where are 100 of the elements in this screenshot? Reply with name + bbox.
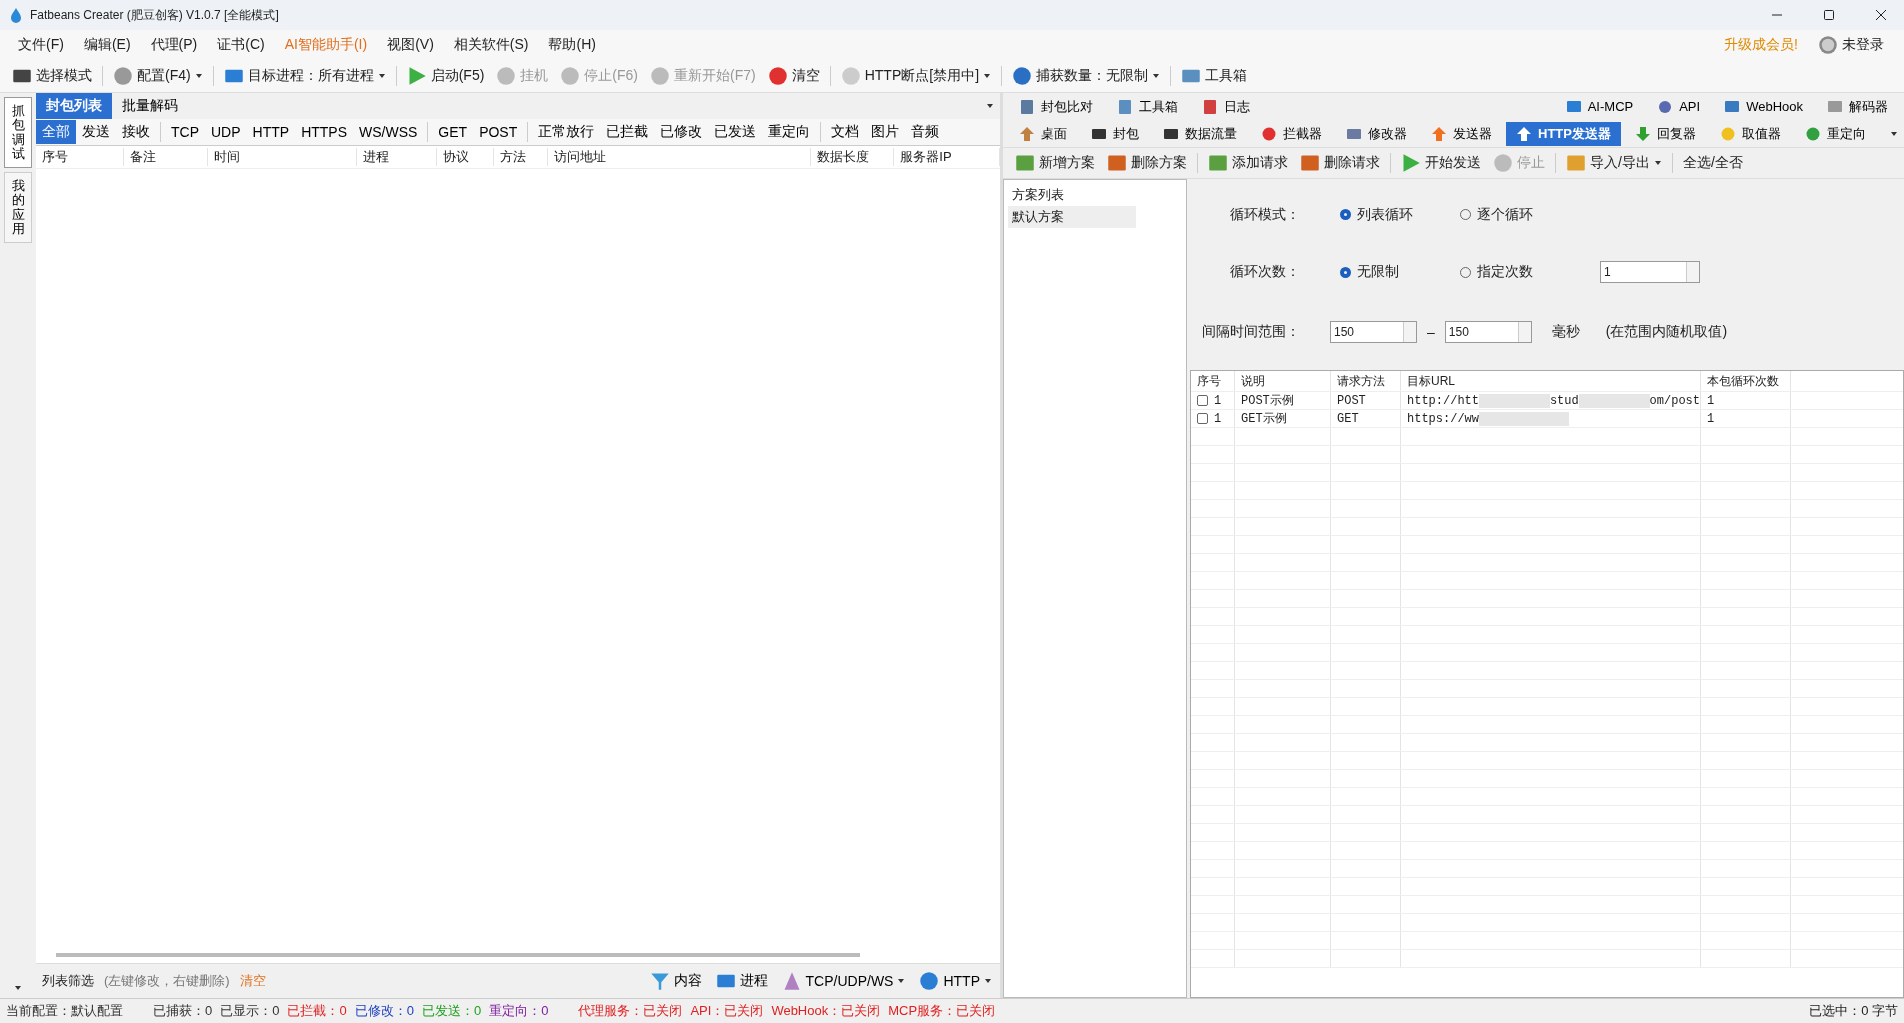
radio-option[interactable]: 无限制 — [1340, 263, 1450, 282]
list-header: 方案列表 — [1011, 186, 1065, 204]
toolbar-button[interactable]: 新增方案 — [1009, 151, 1101, 175]
filter-tab[interactable]: 已拦截 — [600, 120, 655, 144]
filter-tab[interactable]: HTTPS — [295, 121, 353, 143]
number-field[interactable]: 150 — [1444, 321, 1532, 344]
tool-button[interactable]: 工具箱 — [1107, 94, 1188, 119]
module-tab[interactable]: 重定向 — [1794, 121, 1876, 146]
toolbar-button[interactable]: 清空 — [761, 64, 826, 88]
tool-button[interactable]: AI-MCP — [1555, 95, 1644, 118]
tool-button[interactable]: API — [1647, 95, 1711, 118]
column-header[interactable]: 说明 — [1235, 371, 1331, 391]
filter-button[interactable]: HTTP — [917, 971, 994, 991]
tab[interactable]: 封包列表 — [36, 93, 112, 119]
filter-tab[interactable]: 音频 — [905, 120, 946, 144]
tab[interactable]: 批量解码 — [112, 93, 188, 119]
menu-item[interactable]: 证书(C) — [207, 36, 275, 54]
column-header[interactable]: 本包循环次数 — [1701, 371, 1791, 391]
toolbar-button[interactable]: 全选/全否 — [1676, 152, 1749, 174]
module-tab[interactable]: 拦截器 — [1251, 121, 1332, 146]
tool-button[interactable]: WebHook — [1714, 95, 1813, 118]
toolbar-button[interactable]: 删除请求 — [1294, 151, 1386, 175]
column-header[interactable]: 目标URL — [1401, 371, 1701, 391]
filter-tab[interactable]: UDP — [205, 121, 247, 143]
column-header[interactable]: 序号 — [36, 148, 125, 166]
tool-button[interactable]: 解码器 — [1817, 94, 1898, 119]
filter-tab[interactable]: 发送 — [76, 120, 116, 144]
table-cell: POST — [1331, 392, 1401, 409]
module-tab[interactable]: 修改器 — [1336, 121, 1417, 146]
filter-tab[interactable]: 已发送 — [708, 120, 763, 144]
radio-button[interactable] — [1340, 267, 1351, 278]
filter-tab[interactable]: 已修改 — [654, 120, 709, 144]
column-header[interactable]: 数据长度 — [810, 148, 895, 166]
filter-tab[interactable]: 文档 — [825, 120, 866, 144]
filter-button[interactable]: 进程 — [713, 971, 770, 991]
toolbar-button[interactable]: HTTP断点[禁用中] — [834, 64, 998, 88]
column-header[interactable]: 访问地址 — [547, 148, 811, 166]
module-tab[interactable]: 数据流量 — [1153, 121, 1247, 146]
side-tab[interactable]: 抓包调试 — [4, 97, 32, 169]
filter-tab[interactable]: 图片 — [865, 120, 906, 144]
filter-tab[interactable]: GET — [432, 121, 474, 143]
filter-button[interactable]: TCP/UDP/WS — [779, 971, 908, 991]
filter-tab[interactable]: TCP — [165, 121, 205, 143]
menu-item[interactable]: 帮助(H) — [538, 36, 606, 54]
radio-option[interactable]: 列表循环 — [1340, 205, 1450, 224]
tool-button[interactable]: 封包比对 — [1009, 94, 1103, 119]
toolbar-button[interactable]: 工具箱 — [1175, 64, 1254, 88]
horizontal-scrollbar[interactable] — [56, 953, 860, 957]
column-header[interactable]: 请求方法 — [1331, 371, 1401, 391]
filter-tab[interactable]: 正常放行 — [532, 120, 601, 144]
radio-option[interactable]: 逐个循环 — [1460, 205, 1570, 224]
module-tab[interactable]: 回复器 — [1624, 121, 1706, 146]
module-tab[interactable]: 取值器 — [1709, 121, 1791, 146]
toolbar-button[interactable]: 添加请求 — [1202, 151, 1294, 175]
filter-tab[interactable]: POST — [473, 121, 524, 143]
radio-button[interactable] — [1340, 209, 1351, 221]
column-header[interactable]: 协议 — [436, 148, 495, 166]
filter-tab[interactable]: 全部 — [36, 120, 76, 144]
column-header[interactable]: 时间 — [208, 148, 358, 166]
side-tab[interactable]: 我的应用 — [4, 172, 32, 244]
scheme-item[interactable]: 默认方案 — [1008, 206, 1136, 228]
toolbar-button[interactable]: 配置(F4) — [107, 64, 209, 88]
radio-option[interactable]: 指定次数 — [1460, 263, 1570, 282]
module-tab[interactable]: 封包 — [1081, 121, 1149, 146]
caret-icon[interactable] — [1890, 129, 1898, 138]
login-status[interactable]: 未登录 — [1842, 36, 1884, 54]
checkbox[interactable] — [1197, 395, 1208, 406]
caret-icon[interactable] — [986, 102, 994, 110]
tool-button[interactable]: 日志 — [1192, 94, 1260, 119]
menu-item[interactable]: 代理(P) — [140, 36, 208, 54]
module-tab[interactable]: 发送器 — [1421, 121, 1502, 146]
toolbar-button[interactable]: 选择模式 — [6, 64, 98, 88]
column-header[interactable]: 备注 — [124, 148, 208, 166]
toolbar-button[interactable]: 启动(F5) — [400, 64, 491, 88]
checkbox[interactable] — [1197, 413, 1208, 424]
filter-label: 列表筛选 — [42, 972, 94, 990]
column-header[interactable]: 服务器IP — [894, 148, 1000, 166]
menu-item[interactable]: 相关软件(S) — [443, 36, 539, 54]
number-field[interactable]: 1 — [1600, 261, 1700, 284]
caret-icon[interactable] — [14, 984, 22, 992]
column-header[interactable]: 方法 — [494, 148, 548, 166]
filter-tab[interactable]: WS/WSS — [353, 121, 424, 143]
filter-tab[interactable]: HTTP — [246, 121, 296, 143]
menu-item[interactable]: 编辑(E) — [73, 36, 141, 54]
column-header[interactable]: 序号 — [1191, 371, 1235, 391]
module-tab[interactable]: 桌面 — [1009, 121, 1077, 146]
toolbar-button[interactable]: 删除方案 — [1101, 151, 1193, 175]
toolbar-button[interactable]: 导入/导出 — [1560, 151, 1668, 175]
filter-tab[interactable]: 重定向 — [762, 120, 817, 144]
module-tab[interactable]: HTTP发送器 — [1506, 121, 1621, 146]
number-field[interactable]: 150 — [1330, 321, 1417, 344]
menu-item[interactable]: 视图(V) — [377, 36, 444, 54]
filter-tab[interactable]: 接收 — [116, 120, 156, 144]
menu-item[interactable]: 文件(F) — [8, 36, 74, 54]
toolbar-button[interactable]: 开始发送 — [1395, 151, 1487, 175]
status-text: 已捕获：0 — [153, 1002, 213, 1020]
toolbar-button[interactable]: 目标进程：所有进程 — [217, 64, 392, 88]
filter-button[interactable]: 内容 — [647, 971, 704, 991]
column-header[interactable]: 进程 — [357, 148, 437, 166]
toolbar-button[interactable]: 捕获数量：无限制 — [1006, 64, 1167, 88]
